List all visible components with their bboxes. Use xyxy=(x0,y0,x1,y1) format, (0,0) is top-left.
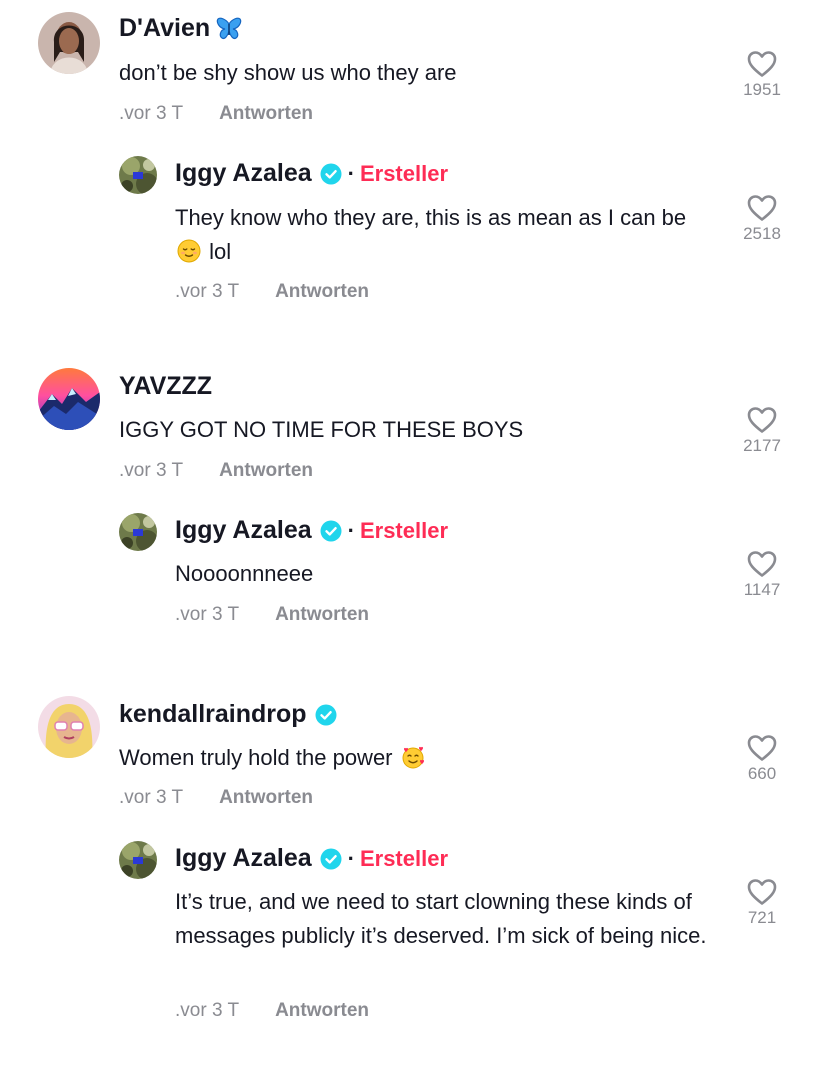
like-count: 2518 xyxy=(743,224,781,243)
username[interactable]: Iggy Azalea xyxy=(175,844,312,873)
like-button[interactable]: 1147 xyxy=(732,550,792,600)
timestamp: .vor 3 T xyxy=(175,281,240,302)
comment-text: Women truly hold the power xyxy=(119,741,659,775)
reply-button[interactable]: Antworten xyxy=(275,604,369,625)
username[interactable]: kendallraindrop xyxy=(119,700,307,729)
comment-header: Iggy Azalea · Ersteller xyxy=(175,159,448,188)
separator-dot: · xyxy=(347,160,355,186)
username[interactable]: Iggy Azalea xyxy=(175,516,312,545)
reply-button[interactable]: Antworten xyxy=(275,281,369,302)
like-count: 660 xyxy=(747,764,777,783)
comment-text: don’t be shy show us who they are xyxy=(119,60,457,85)
avatar[interactable] xyxy=(38,12,100,74)
like-button[interactable]: 660 xyxy=(732,734,792,784)
relieved-face-emoji-icon xyxy=(177,239,201,263)
butterfly-emoji-icon xyxy=(216,17,242,41)
comment-header: YAVZZZ xyxy=(119,372,212,401)
comment-meta: .vor 3 T Antworten xyxy=(175,281,369,303)
like-count: 1951 xyxy=(743,80,781,99)
creator-label: Ersteller xyxy=(359,845,449,871)
heart-icon xyxy=(747,550,777,578)
verified-badge-icon xyxy=(320,520,342,542)
avatar[interactable] xyxy=(38,696,100,758)
comment-meta: .vor 3 T Antworten xyxy=(119,103,313,125)
avatar[interactable] xyxy=(119,841,157,879)
avatar[interactable] xyxy=(119,156,157,194)
timestamp: .vor 3 T xyxy=(175,604,240,625)
comment-text: Noooonnneee xyxy=(175,561,314,586)
smiling-face-with-hearts-emoji-icon xyxy=(401,745,425,769)
comment-header: D'Avien xyxy=(119,14,242,43)
like-button[interactable]: 2177 xyxy=(732,406,792,456)
comment-meta: .vor 3 T Antworten xyxy=(119,787,313,809)
username[interactable]: Iggy Azalea xyxy=(175,159,312,188)
heart-icon xyxy=(747,406,777,434)
comment-text-part: Women truly hold the power xyxy=(119,745,393,770)
comment-text: It’s true, and we need to start clowning… xyxy=(175,889,707,948)
separator-dot: · xyxy=(347,517,355,543)
like-count: 721 xyxy=(747,908,777,927)
username[interactable]: YAVZZZ xyxy=(119,372,212,401)
comment-header: Iggy Azalea · Ersteller xyxy=(175,844,448,873)
verified-badge-icon xyxy=(320,848,342,870)
heart-icon xyxy=(747,734,777,762)
heart-icon xyxy=(747,878,777,906)
comment-text-part: They know who they are, this is as mean … xyxy=(175,205,687,230)
like-button[interactable]: 2518 xyxy=(732,194,792,244)
comment-meta: .vor 3 T Antworten xyxy=(175,604,369,626)
avatar[interactable] xyxy=(119,513,157,551)
username[interactable]: D'Avien xyxy=(119,14,210,43)
timestamp: .vor 3 T xyxy=(175,1000,240,1021)
like-button[interactable]: 721 xyxy=(732,878,792,928)
comment-text: IGGY GOT NO TIME FOR THESE BOYS xyxy=(119,417,524,442)
creator-label: Ersteller xyxy=(359,517,449,543)
timestamp: .vor 3 T xyxy=(119,103,184,124)
reply-button[interactable]: Antworten xyxy=(275,1000,369,1021)
comment-header: kendallraindrop xyxy=(119,700,337,729)
separator-dot: · xyxy=(347,845,355,871)
comment-header: Iggy Azalea · Ersteller xyxy=(175,516,448,545)
comment-meta: .vor 3 T Antworten xyxy=(119,460,313,482)
like-button[interactable]: 1951 xyxy=(732,50,792,100)
heart-icon xyxy=(747,194,777,222)
comment-text-part: lol xyxy=(209,239,232,264)
verified-badge-icon xyxy=(320,163,342,185)
timestamp: .vor 3 T xyxy=(119,460,184,481)
comment-text: They know who they are, this is as mean … xyxy=(175,201,715,269)
creator-label: Ersteller xyxy=(359,160,449,186)
timestamp: .vor 3 T xyxy=(119,787,184,808)
reply-button[interactable]: Antworten xyxy=(219,103,313,124)
heart-icon xyxy=(747,50,777,78)
reply-button[interactable]: Antworten xyxy=(219,787,313,808)
verified-badge-icon xyxy=(315,704,337,726)
comment-meta: .vor 3 T Antworten xyxy=(175,1000,369,1022)
like-count: 1147 xyxy=(743,580,781,599)
avatar[interactable] xyxy=(38,368,100,430)
reply-button[interactable]: Antworten xyxy=(219,460,313,481)
like-count: 2177 xyxy=(743,436,781,455)
